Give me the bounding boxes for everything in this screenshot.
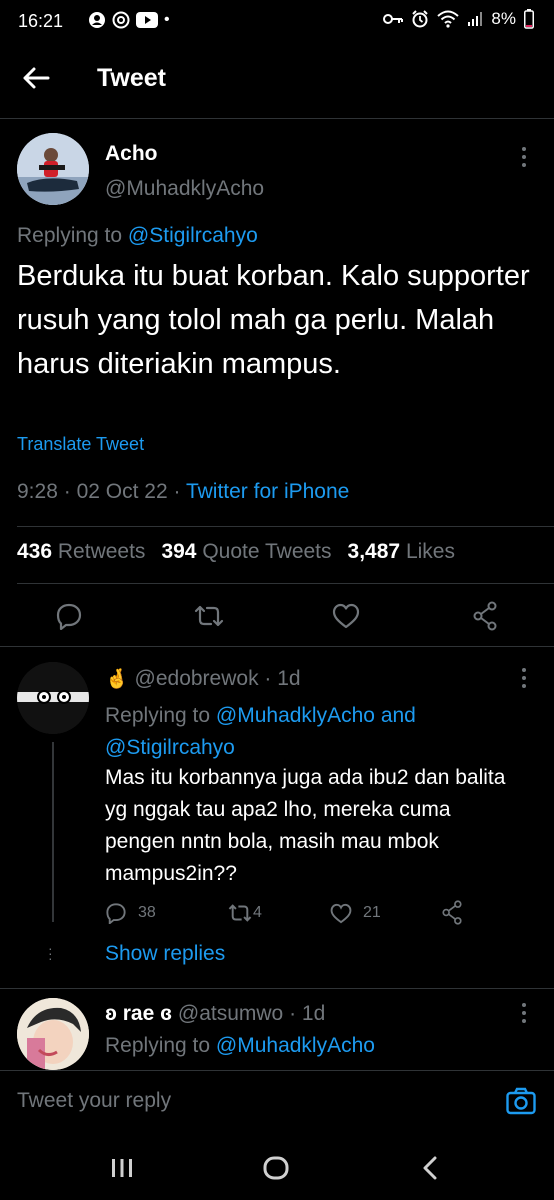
retweets-stat[interactable]: 436 Retweets [17, 540, 145, 564]
quotes-label: Quote Tweets [202, 540, 332, 563]
reply-age: · 1d [289, 1002, 326, 1025]
reply-header: 🤞 @edobrewok · 1d [105, 667, 301, 691]
reply-count: 38 [138, 904, 156, 921]
replying-to: Replying to @Stigilrcahyo [17, 224, 258, 248]
reply-actions: 38 4 21 [105, 900, 525, 926]
avatar[interactable] [17, 662, 89, 734]
retweet-icon[interactable] [227, 903, 253, 923]
share-icon[interactable] [441, 900, 463, 925]
show-replies-link[interactable]: Show replies [105, 942, 225, 966]
divider [0, 988, 554, 989]
dot-icon: • [164, 11, 170, 28]
translate-tweet-link[interactable]: Translate Tweet [17, 434, 144, 455]
back-button[interactable] [422, 1156, 438, 1180]
tweet-text: Berduka itu buat korban. Kalo supporter … [17, 260, 530, 380]
heart-icon[interactable] [332, 603, 360, 629]
quotes-count: 394 [161, 540, 197, 563]
retweets-count: 436 [17, 540, 53, 563]
home-button[interactable] [263, 1156, 289, 1180]
retweet-icon[interactable] [193, 604, 225, 628]
likes-count: 3,487 [347, 540, 401, 563]
reply-icon[interactable] [105, 902, 127, 924]
retweets-label: Retweets [57, 540, 146, 563]
replying-to: Replying to @MuhadklyAcho and @Stigilrca… [105, 700, 525, 764]
replying-and: and [380, 704, 416, 727]
tweet-time: 9:28 [17, 480, 58, 503]
battery-percentage: 8% [491, 9, 516, 28]
reply-handle[interactable]: @atsumwo [178, 1002, 283, 1025]
tweet-actions [0, 598, 554, 634]
wifi-icon [437, 10, 460, 28]
more-vertical-icon[interactable] [520, 146, 528, 168]
page-title: Tweet [97, 64, 166, 92]
top-app-bar: Tweet [0, 40, 554, 119]
camera-icon[interactable] [506, 1087, 536, 1115]
reply-author-name[interactable]: ʚ rae ɞ [105, 1002, 172, 1025]
reply-composer: Tweet your reply [0, 1070, 554, 1135]
replying-prefix: Replying to [105, 1034, 211, 1057]
like-count: 21 [363, 904, 381, 921]
replying-prefix: Replying to [17, 224, 123, 247]
replying-prefix: Replying to [105, 704, 211, 727]
system-icons: 8% [383, 9, 534, 29]
meta-separator: · [63, 480, 71, 503]
battery-icon [524, 9, 534, 29]
replying-to-link[interactable]: @Stigilrcahyo [128, 224, 258, 247]
meta-separator: · [173, 480, 181, 503]
more-vertical-icon[interactable] [520, 667, 528, 689]
likes-label: Likes [405, 540, 455, 563]
instagram-notification-icon [112, 11, 130, 29]
likes-stat[interactable]: 3,487 Likes [348, 540, 455, 564]
reply-age: · 1d [264, 667, 301, 690]
thread-line [52, 742, 54, 922]
reply-icon[interactable] [55, 602, 83, 630]
status-time: 16:21 [18, 11, 64, 31]
divider [17, 526, 554, 527]
divider [17, 583, 554, 584]
replying-to-link[interactable]: @Stigilrcahyo [105, 736, 235, 759]
key-icon [383, 12, 404, 26]
thread-dots: · · · [48, 940, 53, 966]
signal-icon [467, 11, 483, 27]
replying-to: Replying to @MuhadklyAcho [105, 1034, 375, 1058]
user-emoji: 🤞 [105, 669, 129, 690]
heart-icon[interactable] [330, 903, 352, 924]
reply-header: ʚ rae ɞ @atsumwo · 1d [105, 1002, 325, 1026]
reply-handle[interactable]: @edobrewok [135, 667, 259, 690]
share-icon[interactable] [472, 601, 498, 631]
author-name[interactable]: Acho [105, 142, 158, 166]
notification-icons: • [88, 11, 170, 29]
status-bar: 16:21 • 8% [0, 0, 554, 40]
avatar[interactable] [17, 133, 89, 205]
youtube-notification-icon [136, 12, 158, 28]
arrow-left-icon[interactable] [22, 66, 50, 90]
reply-text: Mas itu korbannya juga ada ibu2 dan bali… [105, 766, 506, 885]
replying-to-link[interactable]: @MuhadklyAcho [216, 1034, 375, 1057]
profile-notification-icon [88, 11, 106, 29]
reply-input[interactable]: Tweet your reply [17, 1089, 171, 1113]
retweet-count: 4 [253, 904, 262, 921]
divider [0, 646, 554, 647]
tweet-date: 02 Oct 22 [76, 480, 168, 503]
tweet-meta: 9:28 · 02 Oct 22 · Twitter for iPhone [17, 480, 349, 504]
system-navigation-bar [0, 1134, 554, 1200]
quotes-stat[interactable]: 394 Quote Tweets [161, 540, 331, 564]
avatar[interactable] [17, 998, 89, 1070]
recent-apps-button[interactable] [110, 1158, 134, 1178]
engagement-stats: 436 Retweets 394 Quote Tweets 3,487 Like… [17, 540, 455, 564]
tweet-source[interactable]: Twitter for iPhone [186, 480, 349, 503]
more-vertical-icon[interactable] [520, 1002, 528, 1024]
author-handle[interactable]: @MuhadklyAcho [105, 177, 264, 201]
replying-to-link[interactable]: @MuhadklyAcho [216, 704, 375, 727]
alarm-icon [411, 10, 429, 28]
